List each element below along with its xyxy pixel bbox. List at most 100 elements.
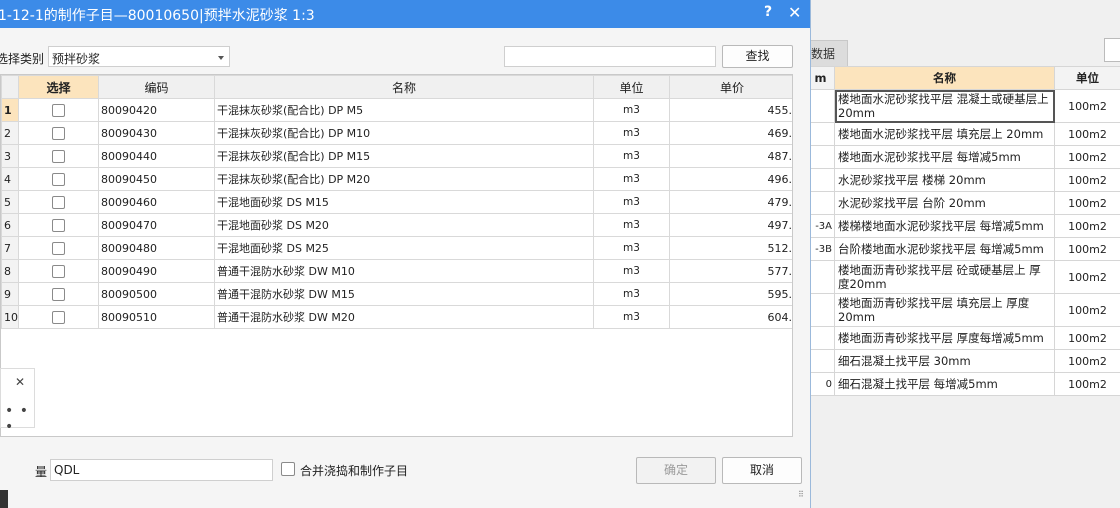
table-row[interactable]: 8 80090490 普通干混防水砂浆 DW M10 m3 577.	[1, 259, 792, 283]
resize-grip-icon[interactable]: ⠿	[798, 490, 804, 499]
search-input[interactable]	[504, 46, 716, 67]
bg-col-name[interactable]: 名称	[834, 66, 1055, 90]
tab-data-label: 数据	[811, 47, 836, 61]
row-number: 4	[1, 167, 19, 191]
name-cell: 干混抹灰砂浆(配合比) DP M20	[214, 167, 594, 191]
bg-table-row[interactable]: 楼地面水泥砂浆找平层 填充层上 20mm 100m2	[806, 122, 1120, 146]
production-item-dialog: 1-12-1的制作子目—80010650|预拌水泥砂浆 1:3 ? ✕ 选择类别…	[0, 0, 811, 508]
select-cell[interactable]	[18, 190, 99, 214]
table-row[interactable]: 9 80090500 普通干混防水砂浆 DW M15 m3 595.	[1, 282, 792, 306]
code-cell: 80090500	[98, 282, 215, 306]
dialog-titlebar: 1-12-1的制作子目—80010650|预拌水泥砂浆 1:3 ? ✕	[0, 0, 810, 28]
select-checkbox[interactable]	[52, 149, 65, 163]
select-cell[interactable]	[18, 305, 99, 329]
price-cell: 604.	[669, 305, 792, 329]
col-code[interactable]: 编码	[98, 75, 215, 99]
table-row[interactable]: 2 80090430 干混抹灰砂浆(配合比) DP M10 m3 469.	[1, 121, 792, 145]
side-popup: ✕ • • •	[0, 368, 35, 435]
empty-row	[2, 329, 793, 352]
name-cell: 普通干混防水砂浆 DW M20	[214, 305, 594, 329]
select-cell[interactable]	[18, 144, 99, 168]
bg-name-cell: 楼地面沥青砂浆找平层 厚度每增减5mm	[834, 326, 1055, 350]
col-name[interactable]: 名称	[214, 75, 594, 99]
name-cell: 干混地面砂浆 DS M20	[214, 213, 594, 237]
bg-table-row[interactable]: 楼地面沥青砂浆找平层 砼或硬基层上 厚度20mm 100m2	[806, 260, 1120, 294]
unit-cell: m3	[593, 144, 670, 168]
code-cell: 80090490	[98, 259, 215, 283]
bg-unit-cell: 100m2	[1054, 237, 1120, 261]
unit-cell: m3	[593, 259, 670, 283]
table-row[interactable]: 7 80090480 干混地面砂浆 DS M25 m3 512.	[1, 236, 792, 260]
table-row[interactable]: 4 80090450 干混抹灰砂浆(配合比) DP M20 m3 496.	[1, 167, 792, 191]
select-cell[interactable]	[18, 98, 99, 122]
bg-table-row[interactable]: 楼地面水泥砂浆找平层 混凝土或硬基层上 20mm 100m2	[806, 89, 1120, 123]
bg-unit-cell: 100m2	[1054, 168, 1120, 192]
bg-name-cell: 楼地面水泥砂浆找平层 每增减5mm	[834, 145, 1055, 169]
table-row[interactable]: 1 80090420 干混抹灰砂浆(配合比) DP M5 m3 455.	[1, 98, 792, 122]
col-price[interactable]: 单价	[669, 75, 792, 99]
toolbar-box[interactable]	[1104, 38, 1120, 62]
select-cell[interactable]	[18, 167, 99, 191]
select-cell[interactable]	[18, 282, 99, 306]
table-row[interactable]: 3 80090440 干混抹灰砂浆(配合比) DP M15 m3 487.	[1, 144, 792, 168]
bg-table-row[interactable]: 水泥砂浆找平层 楼梯 20mm 100m2	[806, 168, 1120, 192]
name-cell: 干混抹灰砂浆(配合比) DP M5	[214, 98, 594, 122]
select-checkbox[interactable]	[52, 195, 65, 209]
unit-cell: m3	[593, 213, 670, 237]
bg-unit-cell: 100m2	[1054, 293, 1120, 327]
select-cell[interactable]	[18, 213, 99, 237]
table-row[interactable]: 6 80090470 干混地面砂浆 DS M20 m3 497.	[1, 213, 792, 237]
select-cell[interactable]	[18, 121, 99, 145]
select-checkbox[interactable]	[52, 287, 65, 301]
code-cell: 80090480	[98, 236, 215, 260]
table-row[interactable]: 10 80090510 普通干混防水砂浆 DW M20 m3 604.	[1, 305, 792, 329]
close-icon[interactable]: ✕	[788, 3, 801, 22]
row-number: 3	[1, 144, 19, 168]
select-checkbox[interactable]	[52, 126, 65, 140]
popup-close-icon[interactable]: ✕	[15, 375, 25, 389]
price-cell: 577.	[669, 259, 792, 283]
bg-name-cell: 水泥砂浆找平层 台阶 20mm	[834, 191, 1055, 215]
bg-table-row[interactable]: -3A 楼梯楼地面水泥砂浆找平层 每增减5mm 100m2	[806, 214, 1120, 238]
code-cell: 80090440	[98, 144, 215, 168]
select-checkbox[interactable]	[52, 241, 65, 255]
bg-col-unit[interactable]: 单位	[1054, 66, 1120, 90]
code-cell: 80090510	[98, 305, 215, 329]
ok-button[interactable]: 确定	[636, 457, 716, 484]
select-checkbox[interactable]	[52, 172, 65, 186]
select-checkbox[interactable]	[52, 218, 65, 232]
bg-table-row[interactable]: 细石混凝土找平层 30mm 100m2	[806, 349, 1120, 373]
select-checkbox[interactable]	[52, 264, 65, 278]
bg-table-row[interactable]: 水泥砂浆找平层 台阶 20mm 100m2	[806, 191, 1120, 215]
merge-checkbox[interactable]	[281, 462, 295, 476]
bg-table-row[interactable]: 楼地面沥青砂浆找平层 厚度每增减5mm 100m2	[806, 326, 1120, 350]
col-unit[interactable]: 单位	[593, 75, 670, 99]
quantity-field[interactable]: QDL	[50, 459, 273, 481]
row-number: 1	[1, 98, 19, 122]
bg-name-cell: 台阶楼地面水泥砂浆找平层 每增减5mm	[834, 237, 1055, 261]
select-checkbox[interactable]	[52, 310, 65, 324]
category-select[interactable]: 预拌砂浆	[48, 46, 230, 67]
bg-table-row[interactable]: -3B 台阶楼地面水泥砂浆找平层 每增减5mm 100m2	[806, 237, 1120, 261]
bg-name-cell: 楼梯楼地面水泥砂浆找平层 每增减5mm	[834, 214, 1055, 238]
row-number: 10	[1, 305, 19, 329]
code-cell: 80090460	[98, 190, 215, 214]
name-cell: 干混地面砂浆 DS M15	[214, 190, 594, 214]
unit-cell: m3	[593, 236, 670, 260]
find-button[interactable]: 查找	[722, 45, 793, 68]
bg-table-row[interactable]: 楼地面水泥砂浆找平层 每增减5mm 100m2	[806, 145, 1120, 169]
more-icon[interactable]: • • •	[5, 403, 34, 435]
background-table: m 名称 单位 楼地面水泥砂浆找平层 混凝土或硬基层上 20mm 100m2 楼地面…	[806, 66, 1120, 396]
col-select[interactable]: 选择	[18, 75, 99, 99]
select-cell[interactable]	[18, 236, 99, 260]
unit-cell: m3	[593, 121, 670, 145]
cancel-button[interactable]: 取消	[722, 457, 802, 484]
bg-table-row[interactable]: 0 细石混凝土找平层 每增减5mm 100m2	[806, 372, 1120, 396]
help-icon[interactable]: ?	[764, 4, 772, 20]
material-grid: 选择 编码 名称 单位 单价 1 80090420 干混抹灰砂浆(配合比) DP M…	[0, 74, 793, 437]
select-cell[interactable]	[18, 259, 99, 283]
tab-data[interactable]: 数据	[806, 40, 848, 67]
select-checkbox[interactable]	[52, 103, 65, 117]
bg-table-row[interactable]: 楼地面沥青砂浆找平层 填充层上 厚度20mm 100m2	[806, 293, 1120, 327]
table-row[interactable]: 5 80090460 干混地面砂浆 DS M15 m3 479.	[1, 190, 792, 214]
